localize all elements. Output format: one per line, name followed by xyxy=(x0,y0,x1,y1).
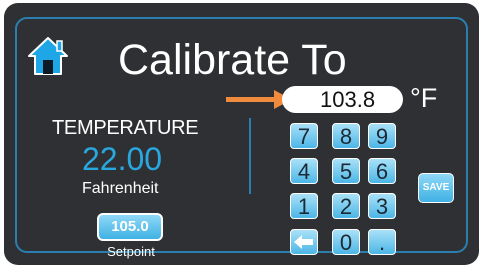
key-9[interactable]: 9 xyxy=(368,123,396,149)
key-5[interactable]: 5 xyxy=(332,158,360,184)
key-7[interactable]: 7 xyxy=(290,123,318,149)
backspace-arrow-icon xyxy=(294,235,313,249)
temperature-unit: Fahrenheit xyxy=(82,180,159,197)
save-button[interactable]: SAVE xyxy=(418,173,454,203)
setpoint-button[interactable]: 105.0 xyxy=(97,213,163,241)
unit-label: °F xyxy=(410,83,438,113)
key-8[interactable]: 8 xyxy=(332,123,360,149)
setpoint-label: Setpoint xyxy=(107,244,155,259)
temperature-value: 22.00 xyxy=(82,141,163,177)
key-2[interactable]: 2 xyxy=(332,193,360,219)
key-4[interactable]: 4 xyxy=(290,158,318,184)
home-button[interactable] xyxy=(27,36,69,76)
key-0[interactable]: 0 xyxy=(332,229,360,255)
key-3[interactable]: 3 xyxy=(368,193,396,219)
key-1[interactable]: 1 xyxy=(290,193,318,219)
page-title: Calibrate To xyxy=(118,36,347,84)
calibration-value-field[interactable]: 103.8 xyxy=(282,86,403,113)
key-decimal[interactable]: . xyxy=(368,229,396,255)
backspace-button[interactable] xyxy=(290,229,318,255)
key-6[interactable]: 6 xyxy=(368,158,396,184)
temperature-label: TEMPERATURE xyxy=(52,117,199,139)
divider xyxy=(249,118,251,194)
home-icon xyxy=(28,37,68,75)
